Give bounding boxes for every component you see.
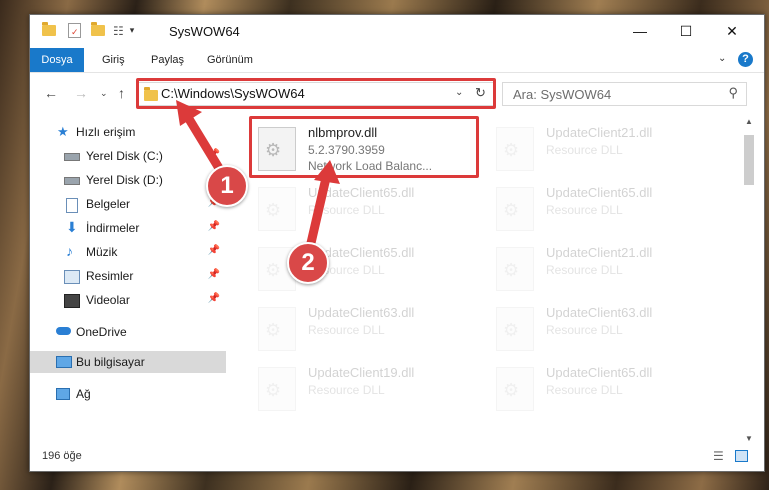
step-1-badge: 1 — [206, 165, 248, 207]
computer-icon — [56, 356, 72, 368]
window-title: SysWOW64 — [169, 24, 240, 39]
file-highlight-box — [249, 116, 479, 178]
file-tile[interactable]: UpdateClient65.dll Resource DLL — [250, 239, 476, 293]
ribbon: Dosya Giriş Paylaş Görünüm ⌄ ? — [30, 48, 764, 73]
vertical-scrollbar[interactable]: ▲ ▼ — [741, 115, 758, 445]
dll-file-icon — [496, 187, 534, 231]
pin-icon[interactable]: 📌 — [208, 149, 220, 160]
film-icon — [64, 294, 80, 308]
item-count: 196 öğe — [42, 450, 82, 462]
tab-gorunum[interactable]: Görünüm — [207, 48, 253, 72]
forward-icon[interactable]: → — [74, 85, 88, 101]
properties-icon[interactable]: ✓ — [68, 23, 81, 38]
file-tile[interactable]: UpdateClient65.dll Resource DLL — [488, 179, 714, 233]
file-tile[interactable]: UpdateClient63.dll Resource DLL — [250, 299, 476, 353]
sidebar-item-documents[interactable]: Belgeler 📌 — [30, 193, 226, 215]
help-icon[interactable]: ? — [738, 52, 753, 67]
tiles-view-icon[interactable] — [735, 450, 748, 462]
dll-file-icon — [496, 127, 534, 171]
back-icon[interactable]: ← — [44, 85, 58, 101]
cloud-icon — [56, 327, 71, 335]
dll-file-icon — [258, 187, 296, 231]
file-tile[interactable]: UpdateClient65.dll Resource DLL — [488, 359, 714, 413]
minimize-button[interactable]: — — [617, 15, 663, 47]
sidebar-item-quick-access[interactable]: ★ Hızlı erişim — [30, 121, 226, 143]
pin-icon[interactable]: 📌 — [208, 245, 220, 256]
recent-chevron-icon[interactable]: ⌄ — [100, 88, 108, 99]
sidebar-item-this-pc[interactable]: Bu bilgisayar — [30, 351, 226, 373]
search-icon[interactable]: ⚲ — [728, 85, 738, 101]
folder-icon — [42, 22, 56, 36]
dll-file-icon — [258, 367, 296, 411]
file-tile[interactable]: UpdateClient21.dll Resource DLL — [488, 119, 714, 173]
sidebar-item-music[interactable]: ♪ Müzik 📌 — [30, 241, 226, 263]
picture-icon — [64, 270, 80, 284]
address-highlight-box — [136, 78, 496, 109]
scroll-thumb[interactable] — [744, 135, 754, 185]
status-bar: 196 öğe ☰ — [30, 445, 764, 469]
title-bar: ✓ ☷ ▾ SysWOW64 — ☐ ✕ — [30, 15, 764, 47]
details-view-icon[interactable]: ☰ — [713, 449, 724, 463]
new-folder-icon[interactable] — [91, 22, 105, 36]
tab-giris[interactable]: Giriş — [102, 48, 125, 72]
document-icon — [66, 198, 78, 213]
network-icon — [56, 388, 70, 400]
chevron-down-icon[interactable]: ▾ — [130, 25, 135, 36]
music-icon: ♪ — [66, 243, 73, 259]
dll-file-icon — [496, 307, 534, 351]
search-placeholder: Ara: SysWOW64 — [513, 87, 612, 102]
tab-dosya[interactable]: Dosya — [30, 48, 84, 72]
file-tile[interactable]: UpdateClient19.dll Resource DLL — [250, 359, 476, 413]
sidebar-item-pictures[interactable]: Resimler 📌 — [30, 265, 226, 287]
drive-icon — [64, 153, 80, 161]
pin-icon[interactable]: 📌 — [208, 293, 220, 304]
sidebar-item-disk-c[interactable]: Yerel Disk (C:) 📌 — [30, 145, 226, 167]
pin-icon[interactable]: 📌 — [208, 221, 220, 232]
maximize-button[interactable]: ☐ — [663, 15, 709, 47]
sidebar-item-disk-d[interactable]: Yerel Disk (D:) — [30, 169, 226, 191]
scroll-down-icon[interactable]: ▼ — [745, 434, 753, 443]
up-icon[interactable]: ↑ — [118, 85, 125, 101]
dll-file-icon — [496, 367, 534, 411]
sidebar-item-videos[interactable]: Videolar 📌 — [30, 289, 226, 311]
file-tile[interactable]: UpdateClient21.dll Resource DLL — [488, 239, 714, 293]
close-button[interactable]: ✕ — [709, 15, 755, 47]
quick-access-toolbar: ✓ ☷ ▾ — [42, 22, 135, 38]
pin-icon[interactable]: 📌 — [208, 269, 220, 280]
ribbon-expand-icon[interactable]: ⌄ — [718, 53, 726, 64]
dll-file-icon — [258, 307, 296, 351]
search-input[interactable]: Ara: SysWOW64 ⚲ — [502, 82, 747, 106]
drive-icon — [64, 177, 80, 185]
dll-file-icon — [496, 247, 534, 291]
sidebar-item-downloads[interactable]: ⬇ İndirmeler 📌 — [30, 217, 226, 239]
star-icon: ★ — [57, 124, 69, 139]
download-icon: ⬇ — [66, 219, 78, 235]
sidebar-item-onedrive[interactable]: OneDrive — [30, 321, 226, 343]
scroll-up-icon[interactable]: ▲ — [745, 117, 753, 126]
sidebar-item-network[interactable]: Ağ — [30, 383, 226, 405]
navigation-pane: ★ Hızlı erişim Yerel Disk (C:) 📌 Yerel D… — [30, 115, 226, 445]
view-icon[interactable]: ☷ — [113, 24, 124, 38]
step-2-badge: 2 — [287, 242, 329, 284]
file-tile[interactable]: UpdateClient65.dll Resource DLL — [250, 179, 476, 233]
file-tile[interactable]: UpdateClient63.dll Resource DLL — [488, 299, 714, 353]
tab-paylas[interactable]: Paylaş — [151, 48, 184, 72]
